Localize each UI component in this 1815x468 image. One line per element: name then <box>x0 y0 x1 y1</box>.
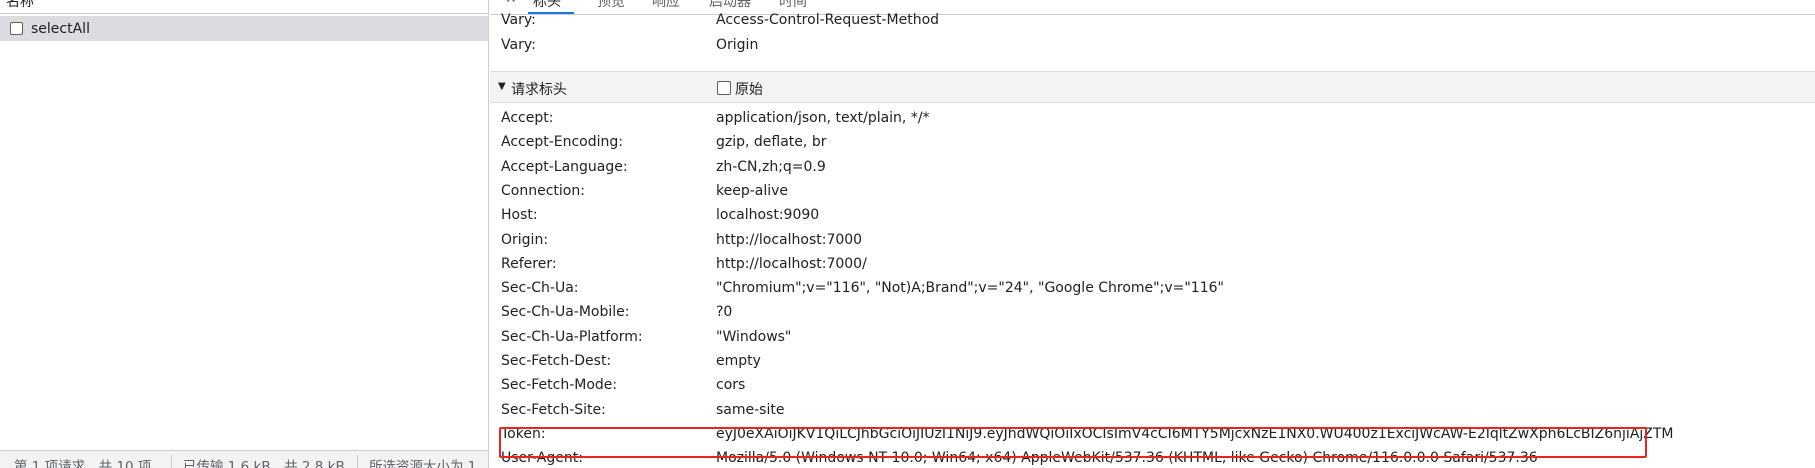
status-transferred: 已传输 1.6 kB，共 2.8 kB <box>183 459 345 468</box>
header-row[interactable]: Connection: keep-alive <box>490 179 1815 204</box>
header-name: Vary: <box>501 36 536 53</box>
name-column-header[interactable]: 名称 <box>0 0 488 14</box>
header-name: Sec-Fetch-Mode: <box>501 377 618 394</box>
name-column-label: 名称 <box>6 0 34 10</box>
header-value: empty <box>716 353 761 369</box>
close-icon[interactable]: ✕ <box>505 0 517 7</box>
header-row[interactable]: Host: localhost:9090 <box>490 203 1815 228</box>
request-checkbox[interactable] <box>10 22 23 35</box>
header-name: Accept-Language: <box>501 158 628 175</box>
header-row[interactable]: Accept-Encoding: gzip, deflate, br <box>490 130 1815 155</box>
header-name: Vary: <box>501 12 536 28</box>
header-name: Sec-Ch-Ua-Platform: <box>501 328 643 345</box>
status-request-count: 第 1 项请求，共 10 项 <box>14 459 152 468</box>
header-value: "Windows" <box>716 328 792 345</box>
header-name: Host: <box>501 207 538 224</box>
header-value: same-site <box>716 401 785 418</box>
header-row[interactable]: Referer: http://localhost:7000/ <box>490 252 1815 277</box>
request-name: selectAll <box>31 20 90 37</box>
request-list-pane: 名称 selectAll 第 1 项请求，共 10 项 已传输 1.6 kB，共… <box>0 0 489 468</box>
status-bar: 第 1 项请求，共 10 项 已传输 1.6 kB，共 2.8 kB 所选资源大… <box>0 450 488 468</box>
header-row[interactable]: Sec-Fetch-Dest: empty <box>490 349 1815 374</box>
header-row[interactable]: Sec-Ch-Ua-Mobile: ?0 <box>490 300 1815 325</box>
header-name: Sec-Fetch-Site: <box>501 401 606 418</box>
header-value: application/json, text/plain, */* <box>716 110 930 126</box>
header-name: Sec-Ch-Ua: <box>501 280 579 297</box>
header-row[interactable]: Accept: application/json, text/plain, */* <box>490 106 1815 131</box>
header-value: gzip, deflate, br <box>716 134 827 151</box>
section-title: 请求标头 <box>511 82 567 98</box>
header-value: localhost:9090 <box>716 207 820 224</box>
header-name: Accept: <box>501 110 554 126</box>
header-row[interactable]: Origin: http://localhost:7000 <box>490 228 1815 253</box>
header-name: Accept-Encoding: <box>501 134 624 151</box>
header-value: Access-Control-Request-Method <box>716 12 940 28</box>
header-value: cors <box>716 377 746 394</box>
status-divider <box>357 455 358 468</box>
header-name: Origin: <box>501 231 549 248</box>
header-row[interactable]: Sec-Fetch-Site: same-site <box>490 398 1815 423</box>
header-name: Referer: <box>501 255 557 272</box>
header-value: "Chromium";v="116", "Not)A;Brand";v="24"… <box>716 280 1224 297</box>
header-value: ?0 <box>716 304 733 321</box>
raw-checkbox[interactable] <box>717 81 731 95</box>
expand-triangle-icon[interactable]: ▼ <box>498 81 506 92</box>
status-divider <box>171 455 172 468</box>
header-row[interactable]: Accept-Language: zh-CN,zh;q=0.9 <box>490 155 1815 180</box>
header-row[interactable]: Vary: Access-Control-Request-Method <box>490 8 1815 33</box>
request-row[interactable]: selectAll <box>0 16 488 41</box>
header-value: Origin <box>716 36 759 53</box>
header-value: keep-alive <box>716 182 789 199</box>
details-pane: ✕ 标头 预览 响应 启动器 时间 Vary:Access-Control-Re… <box>490 0 1815 468</box>
status-resource-size: 所选资源大小为 1 <box>369 459 477 468</box>
header-value: zh-CN,zh;q=0.9 <box>716 158 826 175</box>
header-row[interactable]: Vary: Origin <box>490 33 1815 58</box>
header-name: Connection: <box>501 182 585 199</box>
request-headers-section[interactable]: ▼ 请求标头 原始 <box>490 71 1815 103</box>
header-name: Sec-Fetch-Dest: <box>501 353 612 369</box>
raw-label[interactable]: 原始 <box>735 79 763 99</box>
header-value: http://localhost:7000/ <box>716 255 867 272</box>
header-row[interactable]: Sec-Ch-Ua-Platform: "Windows" <box>490 325 1815 350</box>
token-highlight-box <box>499 427 1647 458</box>
header-row[interactable]: Sec-Fetch-Mode: cors <box>490 373 1815 398</box>
header-name: Sec-Ch-Ua-Mobile: <box>501 304 630 321</box>
header-row[interactable]: Sec-Ch-Ua: "Chromium";v="116", "Not)A;Bra… <box>490 276 1815 301</box>
header-value: http://localhost:7000 <box>716 231 863 248</box>
